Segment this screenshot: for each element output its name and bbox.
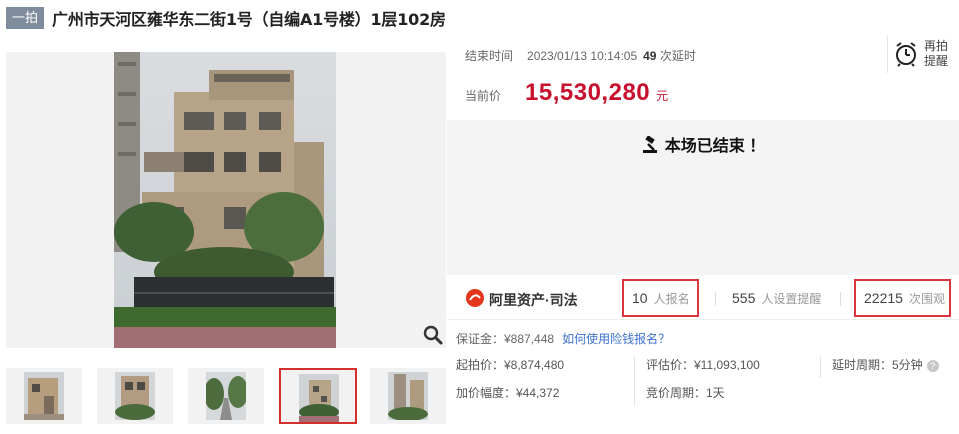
delay-cycle: 延时周期：5分钟? xyxy=(832,356,939,373)
magnifier-icon[interactable] xyxy=(422,324,444,346)
thumbnail-2[interactable] xyxy=(97,368,173,424)
end-time-label: 结束时间 xyxy=(465,49,514,63)
reminders-unit: 人设置提醒 xyxy=(761,291,822,306)
current-price-row: 当前价 15,530,280 元 xyxy=(465,79,668,107)
stat-divider xyxy=(715,292,716,306)
appraisal-price: 评估价：¥11,093,100 xyxy=(646,358,760,372)
signups-count: 10 xyxy=(632,290,648,306)
end-time-value: 2023/01/13 10:14:05 xyxy=(527,49,638,63)
alarm-clock-icon xyxy=(894,41,918,70)
views-stat: 22215 次围观 xyxy=(854,279,951,317)
page-title: 广州市天河区雍华东二街1号（自编A1号楼）1层102房 xyxy=(52,10,446,29)
auction-ended-panel: 本场已结束 ！ xyxy=(447,120,959,275)
deposit-help-link[interactable]: 如何使用险钱报名？ xyxy=(562,332,670,346)
auction-details-grid: 起拍价：¥8,874,480 评估价：¥11,093,100 延时周期：5分钟?… xyxy=(456,356,959,426)
views-unit: 次围观 xyxy=(908,291,945,306)
delay-count: 49 xyxy=(643,49,657,63)
column-divider xyxy=(634,356,635,406)
thumbnail-4-selected[interactable] xyxy=(279,368,357,424)
title-row: 一拍 广州市天河区雍华东二街1号（自编A1号楼）1层102房 xyxy=(6,6,446,30)
current-price-label: 当前价 xyxy=(465,89,502,103)
reminders-count: 555 xyxy=(732,290,756,306)
current-price-value: 15,530,280 xyxy=(525,79,651,106)
alibaba-judicial-logo: 阿里资产·司法 xyxy=(465,288,578,311)
thumbnail-strip xyxy=(6,368,446,424)
price-unit: 元 xyxy=(656,89,669,103)
column-divider xyxy=(820,356,821,378)
auction-ended-message: 本场已结束 ！ xyxy=(447,132,959,159)
main-photo[interactable] xyxy=(6,52,446,348)
reminders-stat: 555 人设置提醒 xyxy=(732,279,821,317)
end-time-row: 结束时间 2023/01/13 10:14:05 49 次延时 xyxy=(465,47,696,64)
stats-bar: 阿里资产·司法 10 人报名 555 人设置提醒 22215 次围观 xyxy=(447,276,959,320)
signups-unit: 人报名 xyxy=(653,291,690,306)
help-icon[interactable]: ? xyxy=(926,359,939,372)
thumbnail-5[interactable] xyxy=(370,368,446,424)
logo-text: 阿里资产·司法 xyxy=(489,291,578,308)
thumbnail-3[interactable] xyxy=(188,368,264,424)
re-auction-reminder-label: 再拍 提醒 xyxy=(924,39,949,68)
bid-cycle: 竞价周期：1天 xyxy=(646,386,725,400)
signups-stat: 10 人报名 xyxy=(622,279,699,317)
re-auction-reminder-button[interactable]: 再拍 提醒 xyxy=(887,35,959,73)
property-photo xyxy=(114,52,336,348)
gavel-icon xyxy=(641,135,659,159)
stat-divider xyxy=(840,292,841,306)
auction-round-badge: 一拍 xyxy=(6,7,45,29)
bid-increment: 加价幅度：¥44,372 xyxy=(456,386,560,400)
deposit-amount: 保证金：¥887,448 xyxy=(456,332,555,346)
views-count: 22215 xyxy=(864,290,903,306)
alibaba-logo-icon xyxy=(465,288,485,311)
start-price: 起拍价：¥8,874,480 xyxy=(456,358,565,372)
delay-count-suffix: 次延时 xyxy=(659,49,696,63)
deposit-row: 保证金：¥887,448 如何使用险钱报名？ xyxy=(456,330,670,347)
thumbnail-1[interactable] xyxy=(6,368,82,424)
